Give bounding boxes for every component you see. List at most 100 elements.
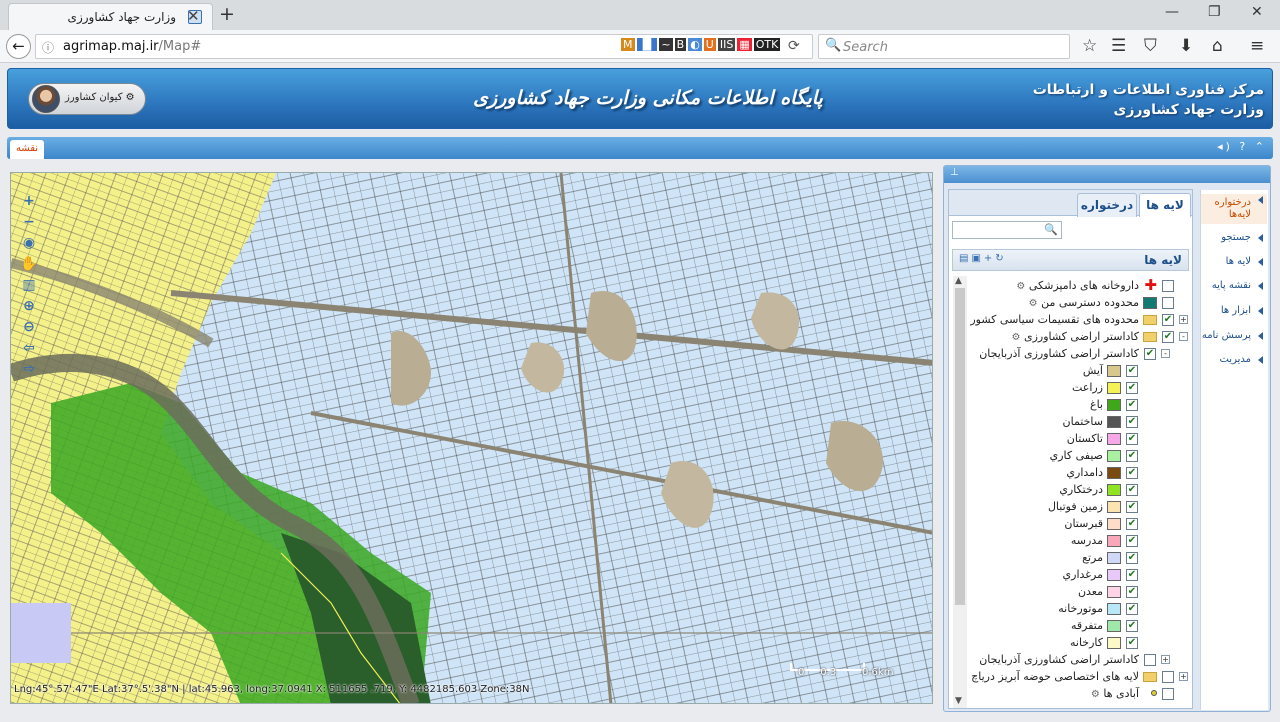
layer-checkbox[interactable]: ✔ <box>1126 382 1138 394</box>
layer-row[interactable]: ✔ کارخانه <box>963 635 1188 651</box>
layer-row[interactable]: ✔ درختکاري <box>963 482 1188 498</box>
map-view[interactable] <box>10 172 933 704</box>
layer-row[interactable]: ✔ معدن <box>963 584 1188 600</box>
layer-checkbox[interactable]: ✔ <box>1126 416 1138 428</box>
close-tab-icon[interactable]: ✕ <box>187 7 200 25</box>
side-nav-item[interactable]: لایه ها <box>1201 256 1267 268</box>
forward-arrow-icon[interactable]: ⇨ <box>19 361 39 382</box>
layer-checkbox[interactable] <box>1144 654 1156 666</box>
pin-icon[interactable]: ⊥ <box>950 167 959 178</box>
layer-checkbox[interactable]: ✔ <box>1126 501 1138 513</box>
layer-checkbox[interactable]: ✔ <box>1126 467 1138 479</box>
layer-row[interactable]: ✔ زراعت <box>963 380 1188 396</box>
layer-checkbox[interactable] <box>1162 671 1174 683</box>
scroll-down-icon[interactable]: ▼ <box>955 696 962 706</box>
side-nav-item[interactable]: نقشه پایه <box>1201 280 1267 292</box>
layer-checkbox[interactable]: ✔ <box>1126 552 1138 564</box>
layer-checkbox[interactable]: ✔ <box>1144 348 1156 360</box>
layer-row[interactable]: ✔ آیش <box>963 363 1188 379</box>
layer-row[interactable]: ✔ مرغداري <box>963 567 1188 583</box>
layer-checkbox[interactable]: ✔ <box>1162 314 1174 326</box>
layer-checkbox[interactable]: ✔ <box>1126 399 1138 411</box>
layer-row[interactable]: - ✔ کاداستر اراضی کشاورزی ⚙ <box>963 329 1188 345</box>
gear-icon[interactable]: ⚙ <box>1091 689 1100 700</box>
layer-row[interactable]: ✔ زمین فوتبال <box>963 499 1188 515</box>
layer-checkbox[interactable] <box>1162 297 1174 309</box>
layer-checkbox[interactable] <box>1162 280 1174 292</box>
layer-checkbox[interactable]: ✔ <box>1126 433 1138 445</box>
layer-row[interactable]: - ✔ کاداستر اراضی کشاورزی آذربایجان <box>963 346 1188 362</box>
layer-row[interactable]: ✔ قبرستان <box>963 516 1188 532</box>
extension-icon[interactable]: ~ <box>659 38 673 51</box>
layer-checkbox[interactable]: ✔ <box>1126 518 1138 530</box>
layer-checkbox[interactable]: ✔ <box>1126 603 1138 615</box>
extension-icon[interactable]: ▐▌ <box>636 38 658 51</box>
layer-checkbox[interactable]: ✔ <box>1126 450 1138 462</box>
layer-search-input[interactable]: 🔍 <box>952 221 1062 239</box>
back-icon[interactable]: ← <box>6 34 31 59</box>
browser-tab[interactable]: f وزارت جهاد کشاورزی ✕ <box>8 3 213 30</box>
menu-icon[interactable]: ≡ <box>1250 36 1264 56</box>
layer-row[interactable]: ✔ مرتع <box>963 550 1188 566</box>
layer-row[interactable]: ✔ تاکستان <box>963 431 1188 447</box>
layer-row[interactable]: ✔ صیفی کاري <box>963 448 1188 464</box>
extension-icon[interactable]: ◐ <box>688 38 702 51</box>
extension-icon[interactable]: ▦ <box>737 38 752 51</box>
side-nav-item[interactable]: درختواره لایه‌ها <box>1201 194 1267 224</box>
layer-checkbox[interactable]: ✔ <box>1126 535 1138 547</box>
reader-icon[interactable]: ☰ <box>1111 36 1126 56</box>
delete-icon[interactable]: ▥ <box>19 277 39 298</box>
layer-row[interactable]: + لایه های اختصاصی حوضه آبریز دریاچ <box>963 669 1188 685</box>
layer-row[interactable]: ✔ ساختمان <box>963 414 1188 430</box>
layer-toolbar-icons[interactable]: ▤▣+↻ <box>959 253 1007 264</box>
extension-icon[interactable]: IIS <box>717 38 736 51</box>
zoom-out-icon[interactable]: − <box>19 214 39 235</box>
close-window-icon[interactable]: ✕ <box>1251 4 1263 20</box>
extension-icon[interactable]: M <box>621 38 635 51</box>
side-nav-item[interactable]: پرسش نامه <box>1201 330 1267 342</box>
expand-toggle-icon[interactable]: + <box>1179 315 1188 324</box>
tab-layers[interactable]: لایه ها <box>1139 193 1191 217</box>
tab-bar-icons[interactable]: ◂) ? ⌃ <box>1217 140 1267 153</box>
info-icon[interactable]: ⓘ <box>42 39 54 56</box>
extension-icons[interactable]: M ▐▌ ~ B ◐ U IIS ▦ OTK <box>621 38 782 51</box>
layer-row[interactable]: ✔ دامداري <box>963 465 1188 481</box>
layer-row[interactable]: + ✔ محدوده های تقسیمات سیاسی کشور <box>963 312 1188 328</box>
expand-toggle-icon[interactable]: + <box>1179 672 1188 681</box>
url-bar[interactable]: ⓘ agrimap.maj.ir/Map# M ▐▌ ~ B ◐ U IIS ▦ OTK ⟳ <box>35 34 813 59</box>
layer-row[interactable]: + کاداستر اراضی کشاورزی آذربایجان <box>963 652 1188 668</box>
gear-icon[interactable]: ⚙ <box>1016 281 1025 292</box>
zoom-in-box-icon[interactable]: ⊕ <box>19 298 39 319</box>
scroll-up-icon[interactable]: ▲ <box>955 276 962 286</box>
zoom-in-icon[interactable]: + <box>19 193 39 214</box>
home-icon[interactable]: ⌂ <box>1212 36 1223 56</box>
layer-checkbox[interactable]: ✔ <box>1126 637 1138 649</box>
layer-row[interactable]: ✔ موتورخانه <box>963 601 1188 617</box>
layer-checkbox[interactable]: ✔ <box>1126 620 1138 632</box>
download-icon[interactable]: ⬇ <box>1179 36 1193 56</box>
side-nav-item[interactable]: ابزار ها <box>1201 305 1267 317</box>
extension-icon[interactable]: OTK <box>753 38 781 51</box>
side-nav-item[interactable]: مدیریت <box>1201 354 1267 366</box>
tab-tree[interactable]: درختواره <box>1077 193 1137 217</box>
expand-toggle-icon[interactable]: - <box>1161 349 1170 358</box>
expand-toggle-icon[interactable]: - <box>1179 332 1188 341</box>
layer-checkbox[interactable]: ✔ <box>1126 586 1138 598</box>
bookmark-star-icon[interactable]: ☆ <box>1082 36 1097 56</box>
minimize-icon[interactable]: — <box>1165 4 1179 20</box>
side-nav-item[interactable]: جستجو <box>1201 232 1267 244</box>
extension-icon[interactable]: B <box>674 38 687 51</box>
pan-hand-icon[interactable]: ✋ <box>19 256 39 277</box>
layer-row[interactable]: محدوده دسترسی من ⚙ <box>963 295 1188 311</box>
layer-checkbox[interactable]: ✔ <box>1126 484 1138 496</box>
zoom-out-box-icon[interactable]: ⊖ <box>19 319 39 340</box>
maximize-icon[interactable]: ❐ <box>1208 4 1221 20</box>
layer-checkbox[interactable]: ✔ <box>1126 569 1138 581</box>
browser-search-input[interactable]: 🔍 Search <box>818 34 1070 59</box>
layer-checkbox[interactable]: ✔ <box>1162 331 1174 343</box>
extension-icon[interactable]: U <box>703 38 716 51</box>
expand-toggle-icon[interactable]: + <box>1161 655 1170 664</box>
new-tab-icon[interactable]: + <box>219 3 235 25</box>
layer-checkbox[interactable]: ✔ <box>1126 365 1138 377</box>
back-arrow-icon[interactable]: ⇦ <box>19 340 39 361</box>
